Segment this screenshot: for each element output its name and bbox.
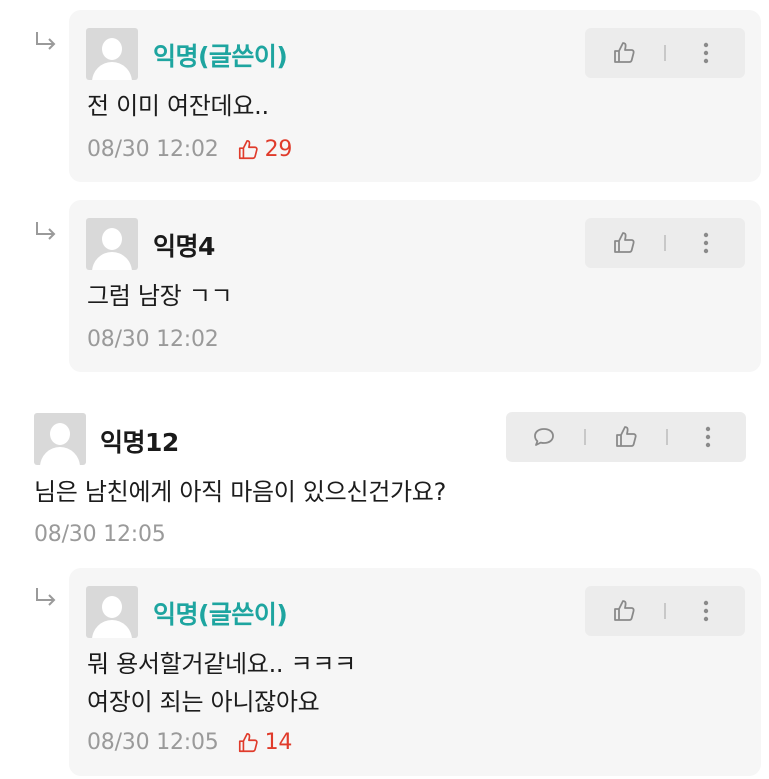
comment-text: 뭐 용서할거같네요.. ㅋㅋㅋ 여장이 죄는 아니잖아요: [87, 645, 356, 721]
reply-arrow-icon: [36, 588, 56, 606]
more-options-button[interactable]: [689, 36, 723, 70]
like-count: 29: [237, 137, 292, 162]
thumbs-up-icon: [613, 42, 635, 63]
reply-button[interactable]: [527, 420, 561, 454]
reply-arrow-icon: [36, 222, 56, 240]
thumbs-up-icon: [613, 600, 635, 621]
like-button[interactable]: [607, 594, 641, 628]
comment-actions: [585, 28, 745, 78]
thumbs-up-icon: [616, 426, 637, 447]
author-name[interactable]: 익명(글쓴이): [153, 37, 288, 73]
author-name[interactable]: 익명(글쓴이): [153, 595, 288, 631]
timestamp: 08/30 12:02: [87, 327, 219, 352]
reply-card: 익명(글쓴이) 뭐 용서할거같네요.. ㅋㅋㅋ 여장이 죄는 아니잖아요 08/…: [69, 568, 761, 776]
more-vertical-icon: [705, 426, 710, 448]
reply-arrow-icon: [36, 32, 56, 50]
avatar: [86, 28, 138, 80]
comment-meta: 08/30 12:05: [34, 522, 166, 547]
comment-meta: 08/30 12:02: [87, 327, 219, 352]
like-button[interactable]: [607, 226, 641, 260]
comment-text: 님은 남친에게 아직 마음이 있으신건가요?: [34, 478, 447, 506]
speech-bubble-icon: [534, 428, 555, 446]
reply-card: 익명4 그럼 남장 ㄱㄱ 08/30 12:02: [69, 200, 761, 372]
author-name[interactable]: 익명12: [100, 423, 179, 459]
comment-line: 뭐 용서할거같네요.. ㅋㅋㅋ: [87, 650, 356, 678]
more-options-button[interactable]: [691, 420, 725, 454]
comment-meta: 08/30 12:02 29: [87, 137, 292, 162]
thumbs-up-icon: [238, 732, 258, 752]
comment-text: 그럼 남장 ㄱㄱ: [87, 282, 233, 310]
like-count: 14: [237, 730, 292, 755]
comment-text: 전 이미 여잔데요..: [87, 92, 269, 120]
comment-meta: 08/30 12:05 14: [87, 730, 292, 755]
thumbs-up-icon: [613, 232, 635, 253]
comment-actions: [585, 586, 745, 636]
like-button[interactable]: [609, 420, 643, 454]
timestamp: 08/30 12:05: [87, 730, 219, 755]
avatar: [86, 218, 138, 270]
more-vertical-icon: [704, 232, 709, 254]
more-options-button[interactable]: [689, 594, 723, 628]
avatar: [34, 413, 86, 465]
comment-line: 여장이 죄는 아니잖아요: [87, 688, 320, 716]
more-vertical-icon: [704, 600, 709, 622]
comment-actions: [506, 412, 746, 462]
timestamp: 08/30 12:02: [87, 137, 219, 162]
avatar: [86, 586, 138, 638]
comment-actions: [585, 218, 745, 268]
more-options-button[interactable]: [689, 226, 723, 260]
author-name[interactable]: 익명4: [153, 227, 215, 263]
more-vertical-icon: [704, 42, 709, 64]
like-button[interactable]: [607, 36, 641, 70]
thumbs-up-icon: [238, 139, 258, 159]
reply-card: 익명(글쓴이) 전 이미 여잔데요.. 08/30 12:02 29: [69, 10, 761, 182]
timestamp: 08/30 12:05: [34, 522, 166, 547]
